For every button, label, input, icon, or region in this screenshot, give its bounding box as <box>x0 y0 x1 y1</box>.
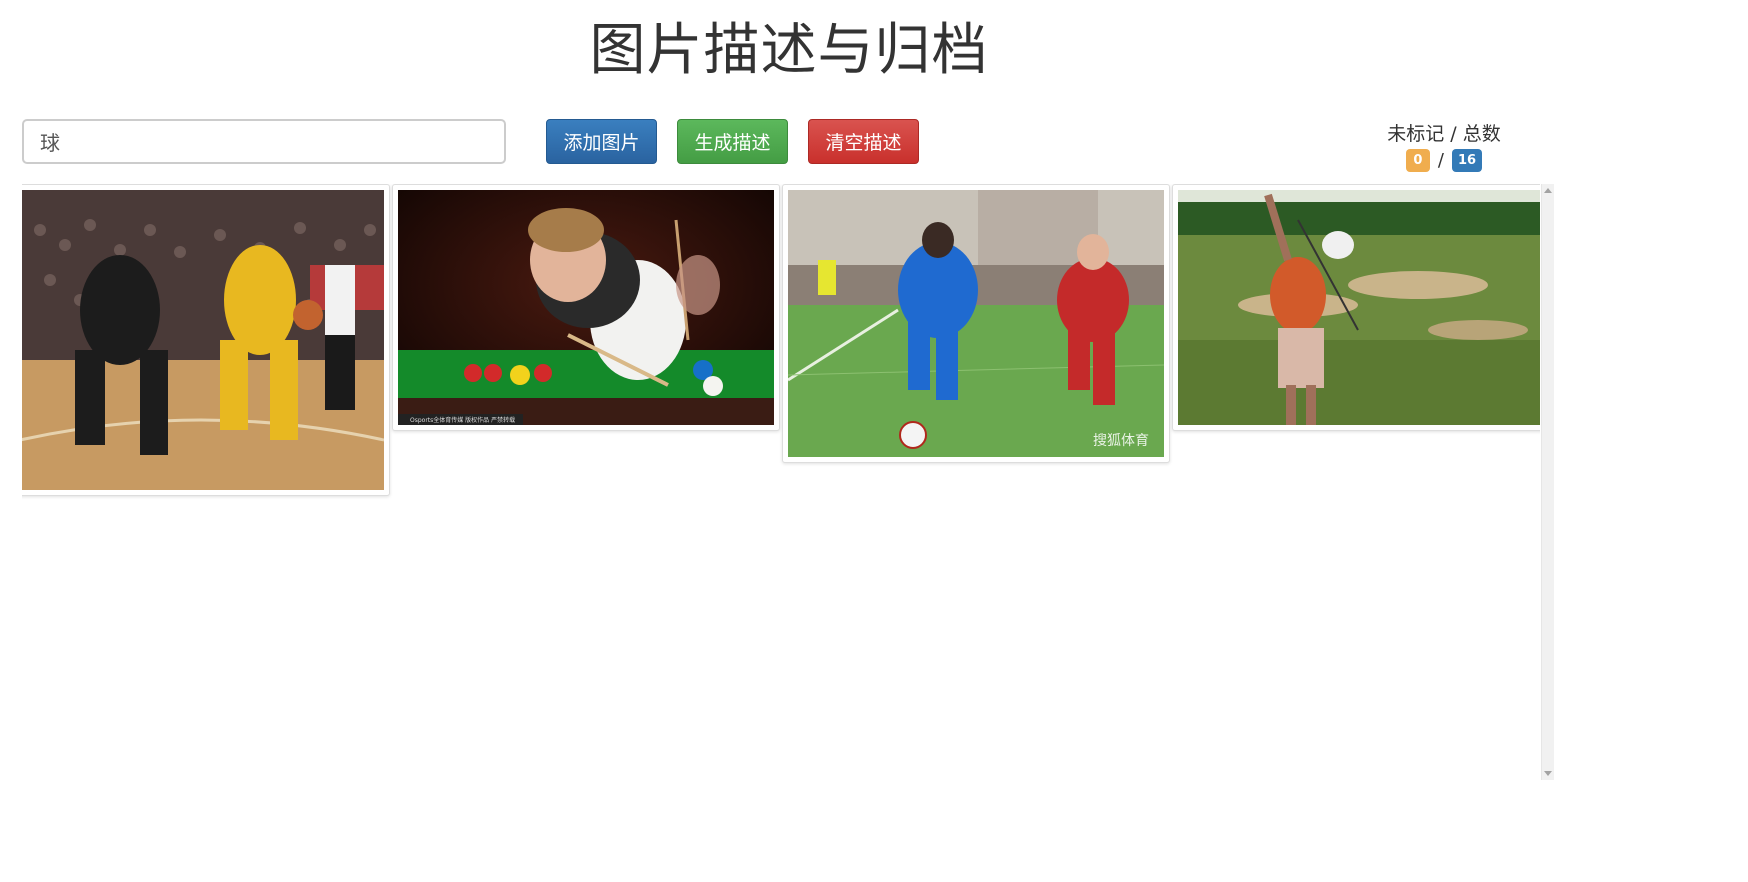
total-count-badge: 16 <box>1451 149 1483 172</box>
image-card-soccer[interactable]: 搜狐体育 <box>782 184 1170 463</box>
soccer-photo[interactable]: 搜狐体育 <box>788 190 1164 457</box>
image-card-basketball[interactable] <box>22 184 390 496</box>
counter-separator: / <box>1437 150 1444 171</box>
unmarked-count-badge: 0 <box>1405 149 1430 172</box>
golf-photo[interactable] <box>1178 190 1540 425</box>
add-image-button[interactable]: 添加图片 <box>546 119 657 164</box>
snooker-photo[interactable]: Osports全体育传媒 版权作品 严禁转载 <box>398 190 774 425</box>
snooker-caption: Osports全体育传媒 版权作品 严禁转载 <box>410 416 515 424</box>
basketball-photo[interactable] <box>22 190 384 490</box>
search-input[interactable] <box>22 119 506 164</box>
scroll-down-icon[interactable] <box>1544 771 1552 776</box>
clear-description-button[interactable]: 清空描述 <box>808 119 919 164</box>
soccer-watermark: 搜狐体育 <box>1093 433 1149 449</box>
counter-values: 0 / 16 <box>1370 149 1518 172</box>
image-card-snooker[interactable]: Osports全体育传媒 版权作品 严禁转载 <box>392 184 780 431</box>
image-card-golf[interactable] <box>1172 184 1540 431</box>
generate-description-button[interactable]: 生成描述 <box>677 119 788 164</box>
scroll-up-icon[interactable] <box>1544 188 1552 193</box>
page-title: 图片描述与归档 <box>589 18 989 83</box>
gallery-scrollbar[interactable] <box>1541 184 1554 780</box>
image-gallery: Osports全体育传媒 版权作品 严禁转载 搜狐体育 <box>22 184 1540 780</box>
counter-label: 未标记 / 总数 <box>1387 123 1501 145</box>
app-page: 图片描述与归档 添加图片 生成描述 清空描述 未标记 / 总数 0 / 16 <box>0 0 1748 882</box>
